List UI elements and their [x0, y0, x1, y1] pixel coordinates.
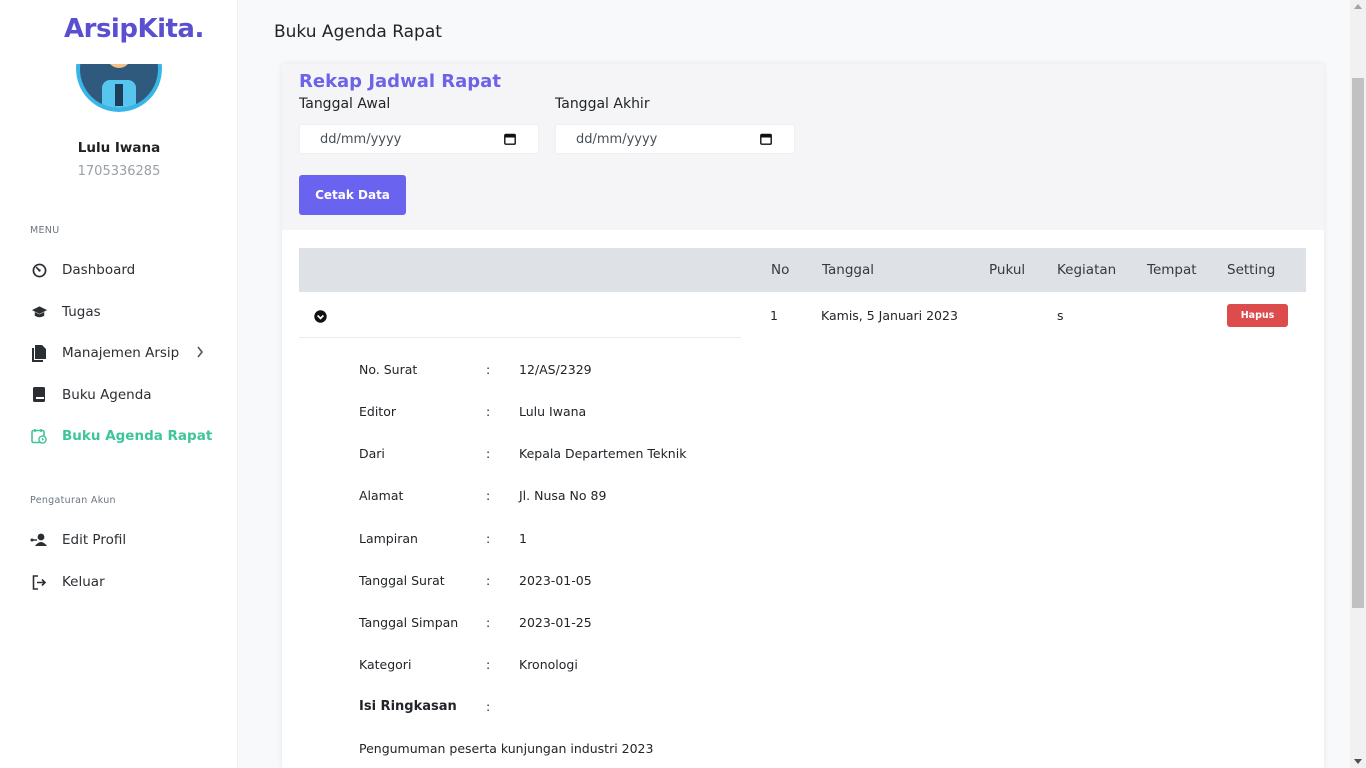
end-date-label: Tanggal Akhir — [555, 96, 650, 112]
section-title: Rekap Jadwal Rapat — [299, 71, 501, 92]
sidebar-item-label: Edit Profil — [62, 532, 127, 548]
filter-panel: Rekap Jadwal Rapat Tanggal Awal Tanggal … — [282, 64, 1324, 230]
table-header: No Tanggal Pukul Kegiatan Tempat Setting — [299, 248, 1306, 292]
sidebar-item-label: Manajemen Arsip — [62, 345, 180, 361]
summary-text: Pengumuman peserta kunjungan industri 20… — [359, 741, 654, 756]
detail-value: Kronologi — [519, 657, 578, 672]
sidebar-item-tugas[interactable]: Tugas — [30, 298, 220, 326]
sidebar-item-label: Keluar — [62, 574, 105, 590]
detail-label: Editor — [359, 404, 396, 419]
detail-label: Tanggal Surat — [359, 573, 445, 588]
sidebar-item-label: Buku Agenda — [62, 387, 152, 403]
detail-value: 2023-01-25 — [519, 615, 592, 630]
graduation-cap-icon — [30, 303, 48, 321]
cell-tanggal: Kamis, 5 Januari 2023 — [821, 308, 958, 323]
end-date-placeholder: dd/mm/yyyy — [576, 131, 658, 147]
book-icon — [30, 386, 48, 404]
calendar-icon[interactable] — [504, 133, 516, 145]
scrollbar-thumb[interactable] — [1352, 78, 1364, 608]
start-date-placeholder: dd/mm/yyyy — [320, 131, 402, 147]
expand-row-icon[interactable] — [314, 308, 327, 323]
brand-logo[interactable]: ArsipKita. — [64, 14, 204, 44]
detail-label: Isi Ringkasan — [359, 699, 457, 714]
detail-label: Alamat — [359, 488, 404, 503]
calendar-clock-icon — [30, 427, 48, 445]
detail-label: Lampiran — [359, 531, 418, 546]
detail-value: Lulu Iwana — [519, 404, 587, 419]
detail-colon: : — [486, 404, 491, 419]
end-date-input[interactable]: dd/mm/yyyy — [555, 124, 795, 154]
scroll-up-icon[interactable] — [1354, 4, 1362, 9]
file-icon — [30, 344, 48, 362]
sidebar-item-label: Dashboard — [62, 262, 136, 278]
detail-value: 1 — [519, 531, 527, 546]
sidebar-item-buku-agenda[interactable]: Buku Agenda — [30, 381, 220, 409]
detail-colon: : — [486, 615, 491, 630]
detail-colon: : — [486, 488, 491, 503]
detail-colon: : — [486, 573, 491, 588]
logout-icon — [30, 573, 48, 591]
sidebar: ArsipKita. Lulu Iwana 1705336285 MENU Da… — [0, 0, 238, 768]
user-name: Lulu Iwana — [77, 140, 161, 156]
detail-label: Tanggal Simpan — [359, 615, 459, 630]
main-card: Rekap Jadwal Rapat Tanggal Awal Tanggal … — [282, 64, 1324, 768]
column-header: Kegiatan — [1057, 262, 1117, 278]
header: Buku Agenda Rapat — [238, 0, 1350, 64]
calendar-icon[interactable] — [760, 133, 772, 145]
detail-colon: : — [486, 446, 491, 461]
cell-no: 1 — [770, 308, 778, 323]
detail-value: Kepala Departemen Teknik — [519, 446, 687, 461]
detail-value: 2023-01-05 — [519, 573, 592, 588]
detail-colon: : — [486, 699, 491, 714]
column-header: No — [771, 262, 790, 278]
page-title: Buku Agenda Rapat — [274, 22, 442, 42]
detail-label: No. Surat — [359, 362, 418, 377]
start-date-input[interactable]: dd/mm/yyyy — [299, 124, 539, 154]
detail-value: 12/AS/2329 — [519, 362, 592, 377]
user-id: 1705336285 — [77, 164, 161, 179]
column-header: Setting — [1227, 262, 1276, 278]
row-divider — [299, 337, 741, 338]
column-header: Tanggal — [822, 262, 875, 278]
menu-heading: MENU — [30, 225, 60, 236]
detail-label: Kategori — [359, 657, 412, 672]
detail-value: Jl. Nusa No 89 — [519, 488, 607, 503]
gauge-icon — [30, 261, 48, 279]
sidebar-item-keluar[interactable]: Keluar — [30, 568, 220, 596]
cell-kegiatan: s — [1057, 308, 1064, 323]
user-edit-icon — [30, 531, 48, 549]
scrollbar[interactable] — [1350, 0, 1366, 768]
sidebar-item-dashboard[interactable]: Dashboard — [30, 256, 220, 284]
sidebar-item-manajemen-arsip[interactable]: Manajemen Arsip — [30, 339, 220, 367]
print-data-button[interactable]: Cetak Data — [299, 175, 406, 215]
sidebar-item-label: Buku Agenda Rapat — [62, 428, 213, 444]
start-date-label: Tanggal Awal — [299, 96, 391, 112]
detail-colon: : — [486, 362, 491, 377]
scroll-down-icon[interactable] — [1354, 759, 1362, 764]
column-header: Tempat — [1147, 262, 1197, 278]
column-header: Pukul — [989, 262, 1026, 278]
sidebar-item-buku-agenda-rapat[interactable]: Buku Agenda Rapat — [30, 422, 220, 450]
delete-button[interactable]: Hapus — [1227, 304, 1288, 327]
account-heading: Pengaturan Akun — [30, 495, 116, 506]
sidebar-item-edit-profil[interactable]: Edit Profil — [30, 526, 220, 554]
detail-colon: : — [486, 531, 491, 546]
chevron-right-icon — [196, 346, 204, 362]
detail-colon: : — [486, 657, 491, 672]
sidebar-item-label: Tugas — [62, 304, 101, 320]
detail-label: Dari — [359, 446, 385, 461]
